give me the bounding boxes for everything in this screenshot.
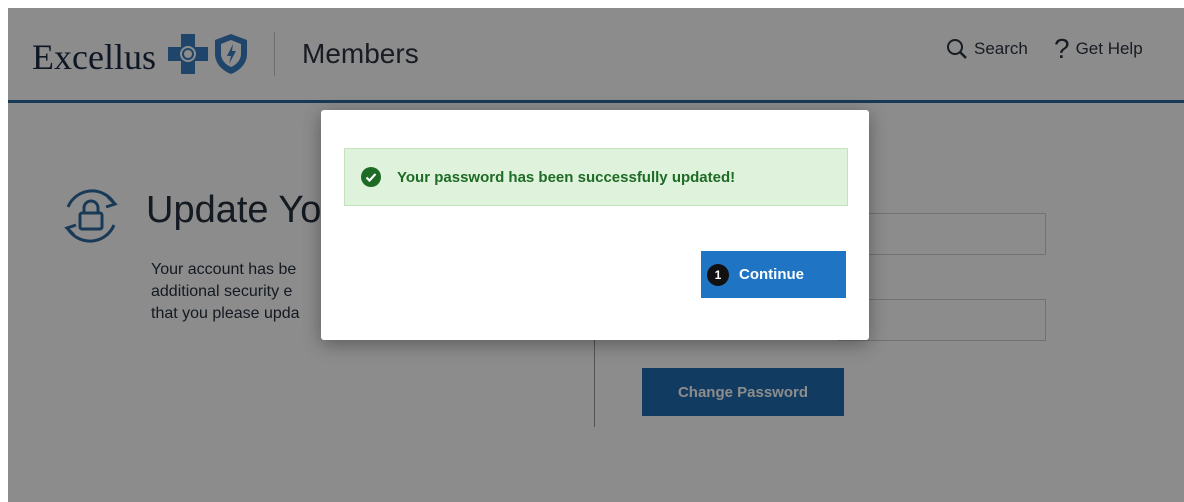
step-badge: 1: [707, 263, 729, 286]
success-alert: Your password has been successfully upda…: [344, 148, 848, 206]
success-modal: Your password has been successfully upda…: [321, 110, 869, 340]
page: Excellus Members Search ? Get Help Updat…: [8, 8, 1184, 502]
continue-button[interactable]: 1 Continue: [701, 251, 846, 298]
alert-message: Your password has been successfully upda…: [397, 168, 736, 186]
check-circle-icon: [361, 167, 381, 187]
continue-label: Continue: [739, 266, 804, 283]
